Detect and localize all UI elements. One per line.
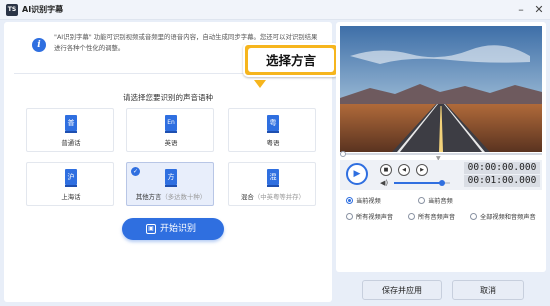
audio-scope-options: 当前视频 当前音频 所有视频声音 所有音频声音 全部视频和音频声音 <box>340 194 542 224</box>
app-logo-icon: TS <box>6 4 18 16</box>
radio-current-audio[interactable]: 当前音频 <box>418 196 453 206</box>
volume-fill <box>394 182 442 184</box>
lang-option-mixed[interactable]: 混 混合（中英粤等并存） <box>228 162 316 206</box>
language-book-icon: 粤 <box>267 115 279 133</box>
language-book-icon: 混 <box>267 169 279 187</box>
volume-slider[interactable] <box>394 180 450 186</box>
callout-text: 选择方言 <box>248 48 334 72</box>
radio-button[interactable] <box>346 213 353 220</box>
playback-progress-knob[interactable] <box>340 151 346 157</box>
start-recognize-label: 开始识别 <box>160 224 197 234</box>
title-bar: TS AI识别字幕 – ✕ <box>0 0 550 20</box>
total-time: 00:01:00.000 <box>464 175 540 187</box>
lang-option-label: 英语 <box>164 139 178 147</box>
check-icon: ✓ <box>131 167 140 176</box>
lang-option-cantonese[interactable]: 粤 粤语 <box>228 108 316 152</box>
cancel-button[interactable]: 取消 <box>452 280 524 300</box>
radio-all-video-and-audio[interactable]: 全部视频和音频声音 <box>470 212 536 222</box>
minimize-icon[interactable]: – <box>514 3 528 17</box>
language-book-icon: 沪 <box>65 169 77 187</box>
video-preview <box>340 26 542 152</box>
callout-pointer <box>254 80 266 88</box>
radio-current-video[interactable]: 当前视频 <box>346 196 381 206</box>
radio-all-video-sound[interactable]: 所有视频声音 <box>346 212 393 222</box>
language-book-icon: En <box>165 115 177 133</box>
close-icon[interactable]: ✕ <box>532 3 546 17</box>
language-book-icon: 方 <box>165 169 177 187</box>
volume-knob[interactable] <box>439 180 445 186</box>
radio-button[interactable] <box>418 197 425 204</box>
play-icon[interactable]: ▶ <box>346 163 368 185</box>
lang-option-other-dialects[interactable]: ✓ 方 其他方言（多达数十种） <box>126 162 214 206</box>
lang-option-label: 其他方言（多达数十种） <box>135 193 207 201</box>
lang-option-shanghainese[interactable]: 沪 上海话 <box>26 162 114 206</box>
current-time: 00:00:00.000 <box>464 162 540 174</box>
radio-all-audio-sound[interactable]: 所有音频声音 <box>408 212 455 222</box>
player-controls: ▶ ■ ◀ ▶ ◀) 00:00:00.000 00:01:00.000 <box>340 160 542 190</box>
lang-option-english[interactable]: En 英语 <box>126 108 214 152</box>
volume-icon[interactable]: ◀) <box>380 179 388 187</box>
preview-panel: ▼ ▶ ■ ◀ ▶ ◀) 00:00:00.000 00:01:00.000 当… <box>336 22 546 272</box>
radio-button[interactable] <box>408 213 415 220</box>
stop-icon[interactable]: ■ <box>380 164 392 176</box>
radio-button[interactable] <box>470 213 477 220</box>
video-frame-image <box>340 26 542 152</box>
previous-frame-icon[interactable]: ◀ <box>398 164 410 176</box>
window-title: AI识别字幕 <box>22 5 64 14</box>
lang-option-label: 普通话 <box>61 139 81 147</box>
save-and-apply-button[interactable]: 保存并应用 <box>362 280 442 300</box>
next-frame-icon[interactable]: ▶ <box>416 164 428 176</box>
start-recognize-button[interactable]: ▣ 开始识别 <box>122 218 224 240</box>
dialect-callout: 选择方言 <box>243 43 339 77</box>
lang-option-label: 上海话 <box>61 193 81 201</box>
playback-progress-track[interactable] <box>340 153 542 155</box>
info-icon: i <box>32 38 46 52</box>
radio-button[interactable] <box>346 197 353 204</box>
lang-option-label: 混合（中英粤等并存） <box>241 193 305 201</box>
start-recognize-icon: ▣ <box>146 224 156 234</box>
language-book-icon: 普 <box>65 115 77 133</box>
lang-option-sublabel: （中英粤等并存） <box>253 193 305 201</box>
lang-option-mandarin[interactable]: 普 普通话 <box>26 108 114 152</box>
lang-option-sublabel: （多达数十种） <box>161 193 207 201</box>
section-title: 请选择您要识别的声音语种 <box>123 93 213 102</box>
lang-option-label: 粤语 <box>266 139 280 147</box>
